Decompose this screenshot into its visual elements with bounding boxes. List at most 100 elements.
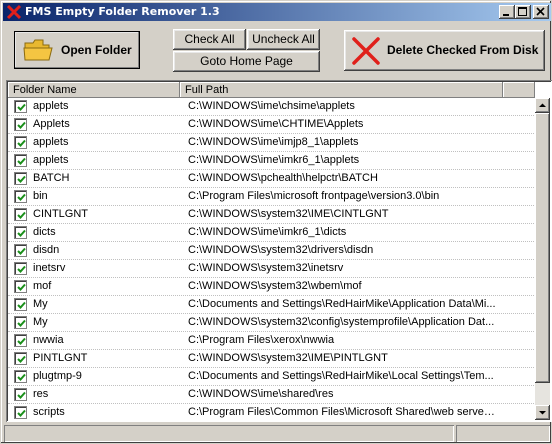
folder-name-cell: mof [33,280,52,292]
row-checkbox[interactable] [14,262,27,275]
folder-name-cell: res [33,388,49,400]
check-mark-icon [17,319,26,327]
window-title: FMS Empty Folder Remover 1.3 [25,5,220,18]
check-mark-icon [17,103,26,111]
open-folder-button[interactable]: Open Folder [14,31,140,69]
table-row[interactable]: bin C:\Program Files\microsoft frontpage\… [8,188,534,206]
full-path-cell: C:\WINDOWS\system32\IME\PINTLGNT [188,352,388,364]
open-folder-label: Open Folder [61,43,132,57]
full-path-cell: C:\Documents and Settings\RedHairMike\Lo… [188,370,494,382]
row-checkbox[interactable] [14,208,27,221]
row-checkbox[interactable] [14,118,27,131]
folder-rows: applets C:\WINDOWS\ime\chsime\applets Appl… [8,98,534,420]
close-button[interactable] [533,5,549,19]
folder-name-cell: plugtmp-9 [33,370,82,382]
check-mark-icon [17,193,26,201]
table-row[interactable]: disdn C:\WINDOWS\system32\drivers\disdn [8,242,534,260]
scroll-up-button[interactable] [535,98,550,113]
check-mark-icon [17,247,26,255]
row-checkbox[interactable] [14,136,27,149]
table-row[interactable]: PINTLGNT C:\WINDOWS\system32\IME\PINTLGNT [8,350,534,368]
full-path-cell: C:\Documents and Settings\RedHairMike\Ap… [188,298,496,310]
goto-home-page-button[interactable]: Goto Home Page [173,51,320,72]
minimize-icon [503,14,509,16]
full-path-cell: C:\WINDOWS\system32\drivers\disdn [188,244,374,256]
check-mark-icon [17,373,26,381]
status-pane-main [4,425,454,442]
check-mark-icon [17,337,26,345]
full-path-cell: C:\WINDOWS\system32\inetsrv [188,262,344,274]
row-checkbox[interactable] [14,352,27,365]
table-row[interactable]: inetsrv C:\WINDOWS\system32\inetsrv [8,260,534,278]
table-row[interactable]: res C:\WINDOWS\ime\shared\res [8,386,534,404]
row-checkbox[interactable] [14,406,27,419]
row-checkbox[interactable] [14,370,27,383]
check-mark-icon [17,175,26,183]
row-checkbox[interactable] [14,154,27,167]
column-header-folder-name[interactable]: Folder Name [8,82,180,98]
table-row[interactable]: BATCH C:\WINDOWS\pchealth\helpctr\BATCH [8,170,534,188]
table-row[interactable]: My C:\WINDOWS\system32\config\systemprofi… [8,314,534,332]
app-window: FMS Empty Folder Remover 1.3 Open Folder… [0,0,552,444]
row-checkbox[interactable] [14,100,27,113]
row-checkbox[interactable] [14,244,27,257]
maximize-button[interactable] [515,5,531,19]
folder-name-cell: applets [33,136,69,148]
row-checkbox[interactable] [14,298,27,311]
check-mark-icon [17,157,26,165]
goto-home-page-label: Goto Home Page [200,54,293,68]
check-all-label: Check All [184,32,235,46]
full-path-cell: C:\Program Files\microsoft frontpage\ver… [188,190,440,202]
check-mark-icon [17,391,26,399]
check-mark-icon [17,139,26,147]
delete-x-icon [352,37,380,65]
table-row[interactable]: applets C:\WINDOWS\ime\chsime\applets [8,98,534,116]
folder-name-cell: dicts [33,226,56,238]
folder-name-cell: CINTLGNT [33,208,88,220]
check-mark-icon [17,121,26,129]
table-row[interactable]: mof C:\WINDOWS\system32\wbem\mof [8,278,534,296]
scroll-thumb[interactable] [535,113,550,383]
minimize-button[interactable] [499,5,515,19]
row-checkbox[interactable] [14,226,27,239]
app-icon [6,4,22,20]
check-mark-icon [17,283,26,291]
full-path-cell: C:\WINDOWS\ime\shared\res [188,388,334,400]
row-checkbox[interactable] [14,316,27,329]
row-checkbox[interactable] [14,388,27,401]
table-row[interactable]: Applets C:\WINDOWS\ime\CHTIME\Applets [8,116,534,134]
table-row[interactable]: applets C:\WINDOWS\ime\imkr6_1\applets [8,152,534,170]
table-row[interactable]: dicts C:\WINDOWS\ime\imkr6_1\dicts [8,224,534,242]
folder-name-cell: applets [33,100,69,112]
table-row[interactable]: applets C:\WINDOWS\ime\imjp8_1\applets [8,134,534,152]
row-checkbox[interactable] [14,334,27,347]
column-header-full-path[interactable]: Full Path [180,82,503,98]
delete-checked-button[interactable]: Delete Checked From Disk [344,30,545,71]
table-row[interactable]: CINTLGNT C:\WINDOWS\system32\IME\CINTLGNT [8,206,534,224]
row-checkbox[interactable] [14,190,27,203]
uncheck-all-button[interactable]: Uncheck All [247,29,320,50]
check-mark-icon [17,301,26,309]
check-all-button[interactable]: Check All [173,29,246,50]
check-mark-icon [17,355,26,363]
folder-icon [23,39,53,61]
table-row[interactable]: My C:\Documents and Settings\RedHairMike\… [8,296,534,314]
row-checkbox[interactable] [14,280,27,293]
row-checkbox[interactable] [14,172,27,185]
check-mark-icon [17,211,26,219]
status-bar [4,425,550,442]
full-path-cell: C:\WINDOWS\system32\IME\CINTLGNT [188,208,389,220]
vertical-scrollbar[interactable] [535,98,550,420]
title-bar[interactable]: FMS Empty Folder Remover 1.3 [3,3,551,21]
folder-name-cell: BATCH [33,172,70,184]
table-row[interactable]: plugtmp-9 C:\Documents and Settings\RedHa… [8,368,534,386]
folder-name-cell: Applets [33,118,70,130]
table-row[interactable]: nwwia C:\Program Files\xerox\nwwia [8,332,534,350]
full-path-cell: C:\WINDOWS\ime\imkr6_1\applets [188,154,360,166]
folder-name-cell: bin [33,190,48,202]
table-row[interactable]: scripts C:\Program Files\Common Files\Mic… [8,404,534,420]
full-path-cell: C:\Program Files\Common Files\Microsoft … [188,406,498,418]
maximize-icon [518,7,527,16]
folder-list[interactable]: Folder Name Full Path applets C:\WINDOWS\… [6,80,552,422]
scroll-down-button[interactable] [535,405,550,420]
